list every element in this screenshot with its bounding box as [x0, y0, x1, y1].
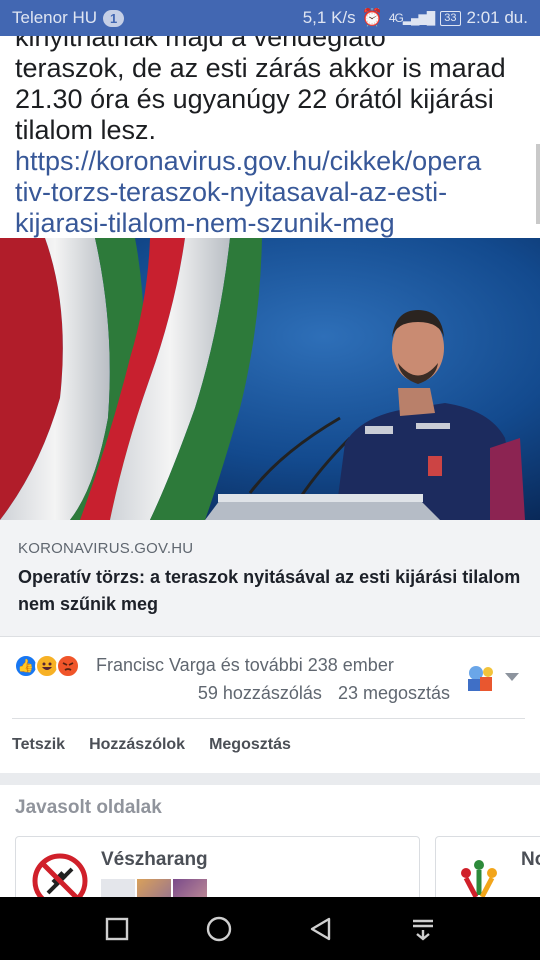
network-speed: 5,1 K/s — [302, 8, 356, 27]
alarm-icon: ⏰ — [361, 8, 383, 27]
post-link-line[interactable]: kijarasi-tilalom-nem-szunik-meg — [15, 208, 527, 238]
status-right: 5,1 K/s ⏰ 4G▂▄▆█ 33 2:01 du. — [303, 8, 528, 28]
carrier-name: Telenor HU — [12, 8, 98, 27]
scrollbar[interactable] — [536, 144, 540, 224]
suggested-page-card[interactable]: No — [435, 836, 540, 897]
prohibition-icon — [32, 853, 88, 897]
reactors-text[interactable]: Francisc Varga és további 238 ember — [96, 655, 394, 676]
recents-button[interactable] — [104, 916, 130, 942]
avatar — [137, 879, 171, 897]
link-title: Operatív törzs: a teraszok nyitásával az… — [18, 567, 521, 614]
suggested-page-card[interactable]: Vészharang — [15, 836, 420, 897]
post-line: teraszok, de az esti zárás akkor is mara… — [15, 53, 506, 83]
post-line: tilalom lesz. — [15, 115, 157, 145]
suggested-page-name[interactable]: Vészharang — [101, 849, 208, 871]
comment-count[interactable]: 59 hozzászólás — [198, 683, 322, 704]
status-bar: Telenor HU 1 5,1 K/s ⏰ 4G▂▄▆█ 33 2:01 du… — [0, 0, 540, 36]
signal-icon: 4G▂▄▆█ — [388, 11, 435, 25]
friend-avatars — [101, 879, 207, 897]
share-count[interactable]: 23 megosztás — [338, 683, 450, 704]
engagement-bar: 👍 Francisc Varga és további 238 ember 59… — [0, 637, 540, 773]
home-button[interactable] — [205, 915, 233, 943]
link-domain: KORONAVIRUS.GOV.HU — [18, 540, 194, 557]
chevron-down-icon[interactable] — [505, 673, 519, 681]
reaction-icons[interactable]: 👍 — [14, 654, 80, 678]
divider — [12, 718, 525, 719]
notification-pull-down-icon[interactable] — [410, 916, 436, 942]
comment-button[interactable]: Hozzászólok — [89, 736, 185, 754]
avatar — [173, 879, 207, 897]
carrier-info: Telenor HU 1 — [12, 8, 125, 28]
angry-icon — [56, 654, 80, 678]
suggested-pages-heading: Javasolt oldalak — [15, 797, 162, 818]
battery-icon: 33 — [440, 10, 461, 26]
press-conference-photo — [0, 238, 540, 520]
suggested-pages: Javasolt oldalak Vészharang N — [0, 785, 540, 897]
engagement-counts: 59 hozzászólás 23 megosztás — [198, 683, 450, 704]
back-button[interactable] — [308, 916, 334, 942]
post-actions: Tetszik Hozzászólok Megosztás — [12, 736, 291, 754]
notification-badge: 1 — [103, 9, 125, 27]
link-preview-image[interactable] — [0, 238, 540, 520]
page-avatar-icon[interactable] — [464, 663, 496, 695]
post-link-line[interactable]: https://koronavirus.gov.hu/cikkek/opera — [15, 146, 527, 177]
post-link-line[interactable]: tiv-torzs-teraszok-nyitasaval-az-esti- — [15, 177, 527, 208]
post-text: kinyithatnak majd a vendéglátó teraszok,… — [0, 36, 540, 238]
link-preview-meta[interactable]: KORONAVIRUS.GOV.HU Operatív törzs: a ter… — [0, 520, 540, 637]
avatar — [101, 879, 135, 897]
system-nav-bar — [0, 897, 540, 960]
clock: 2:01 du. — [466, 8, 528, 27]
like-button[interactable]: Tetszik — [12, 736, 65, 754]
post-body: kinyithatnak majd a vendéglátó teraszok,… — [15, 36, 527, 238]
suggested-page-name[interactable]: No — [521, 849, 540, 871]
share-button[interactable]: Megosztás — [209, 736, 291, 754]
people-logo-icon — [454, 855, 504, 897]
post-line: kinyithatnak majd a vendéglátó — [15, 36, 386, 52]
post-line: 21.30 óra és ugyanúgy 22 órától kijárási — [15, 84, 494, 114]
